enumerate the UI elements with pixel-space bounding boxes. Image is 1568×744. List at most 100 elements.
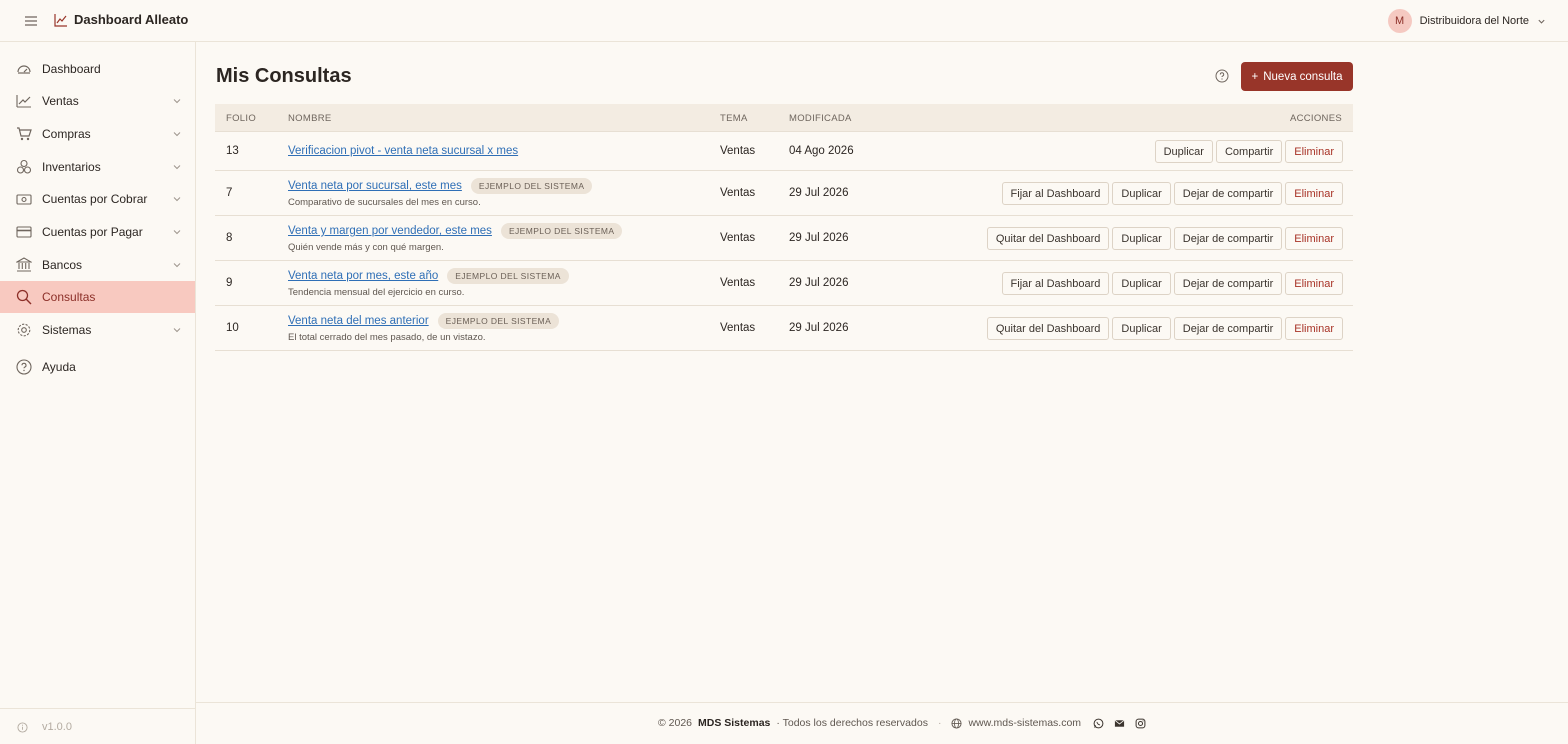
query-link[interactable]: Venta neta por sucursal, este mes [288,180,462,192]
chevron-down-icon [173,230,181,235]
sidebar-item-bancos[interactable]: Bancos [0,249,195,281]
gauge-icon [17,65,31,74]
cell-folio: 8 [226,232,233,244]
query-link[interactable]: Venta y margen por vendedor, este mes [288,225,492,237]
globe-icon [951,717,962,729]
query-description: El total cerrado del mes pasado, de un v… [288,332,486,343]
cell-modificada: 29 Jul 2026 [789,322,849,334]
cell-folio: 13 [226,145,239,157]
new-query-label: Nueva consulta [1263,70,1343,83]
brand[interactable]: Dashboard Alleato [54,12,188,27]
help-icon[interactable] [1215,69,1229,83]
cell-folio: 9 [226,277,233,289]
duplicate-button[interactable]: Duplicar [1112,272,1171,295]
cell-tema: Ventas [720,232,756,244]
row-actions: Fijar al Dashboard Duplicar Dejar de com… [1001,182,1343,205]
name-cell: Venta neta por sucursal, este mes EJEMPL… [288,178,593,194]
sidebar-item-label: Dashboard [42,62,101,76]
gear-icon [17,323,31,337]
help-circle-icon [16,359,32,375]
sidebar-item-label: Consultas [42,290,96,304]
mail-icon[interactable] [1114,718,1125,729]
header-tema: TEMA [720,113,748,124]
account-name: Distribuidora del Norte [1419,15,1529,27]
cart-icon [17,127,32,141]
row-actions: Fijar al Dashboard Duplicar Dejar de com… [1001,272,1343,295]
sidebar-item-sistemas[interactable]: Sistemas [0,314,195,346]
delete-button[interactable]: Eliminar [1285,272,1343,295]
sidebar-item-ayuda[interactable]: Ayuda [0,351,195,383]
table-row: 10 Venta neta del mes anterior EJEMPLO D… [215,306,1353,351]
name-cell: Venta neta del mes anterior EJEMPLO DEL … [288,313,560,329]
header-acciones: ACCIONES [1289,113,1342,124]
query-description: Comparativo de sucursales del mes en cur… [288,197,481,208]
info-icon [17,722,28,733]
sidebar-item-cuentas-por-pagar[interactable]: Cuentas por Pagar [0,216,195,248]
table-row: 13 Verificacion pivot - venta neta sucur… [215,132,1353,171]
duplicate-button[interactable]: Duplicar [1112,317,1171,340]
query-link[interactable]: Venta neta del mes anterior [288,315,429,327]
unshare-button[interactable]: Dejar de compartir [1173,182,1283,205]
footer-copyright: © 2026 [658,717,693,729]
cell-folio: 7 [226,187,233,199]
delete-button[interactable]: Eliminar [1285,182,1343,205]
unpin-dashboard-button[interactable]: Quitar del Dashboard [986,317,1110,340]
credit-card-icon [16,226,32,238]
version-info: v1.0.0 [0,708,195,744]
trending-up-icon [16,95,31,108]
delete-button[interactable]: Eliminar [1285,317,1343,340]
duplicate-button[interactable]: Duplicar [1112,182,1171,205]
cell-modificada: 29 Jul 2026 [789,277,849,289]
query-link[interactable]: Venta neta por mes, este año [288,270,438,282]
sidebar-item-label: Inventarios [42,160,101,174]
cell-folio: 10 [226,322,239,334]
instagram-icon[interactable] [1135,718,1146,729]
sidebar-item-cuentas-por-cobrar[interactable]: Cuentas por Cobrar [0,183,195,215]
app-title: Dashboard Alleato [74,12,189,27]
pin-dashboard-button[interactable]: Fijar al Dashboard [1001,272,1110,295]
cell-modificada: 29 Jul 2026 [789,232,849,244]
footer-content: © 2026 MDS Sistemas · Todos los derechos… [658,717,1146,729]
whatsapp-icon[interactable] [1093,718,1104,729]
pin-dashboard-button[interactable]: Fijar al Dashboard [1001,182,1110,205]
cell-tema: Ventas [720,187,756,199]
name-cell: Venta neta por mes, este año EJEMPLO DEL… [288,268,569,284]
website-link[interactable]: www.mds-sistemas.com [968,717,1081,729]
duplicate-button[interactable]: Duplicar [1154,140,1213,163]
table-row: 7 Venta neta por sucursal, este mes EJEM… [215,171,1353,216]
top-bar: Dashboard Alleato M Distribuidora del No… [0,0,1568,42]
query-link[interactable]: Verificacion pivot - venta neta sucursal… [288,145,518,157]
unshare-button[interactable]: Dejar de compartir [1173,317,1283,340]
cell-tema: Ventas [720,322,756,334]
delete-button[interactable]: Eliminar [1285,227,1343,250]
delete-button[interactable]: Eliminar [1285,140,1343,163]
sidebar-item-label: Ventas [42,94,79,108]
sidebar-item-inventarios[interactable]: Inventarios [0,151,195,183]
unpin-dashboard-button[interactable]: Quitar del Dashboard [986,227,1110,250]
row-actions: Quitar del Dashboard Duplicar Dejar de c… [986,227,1343,250]
query-description: Tendencia mensual del ejercicio en curso… [288,287,465,298]
name-cell: Verificacion pivot - venta neta sucursal… [288,145,518,157]
main-content: Mis Consultas + Nueva consulta FOLIO NOM… [196,42,1568,744]
system-example-badge: EJEMPLO DEL SISTEMA [500,223,623,239]
system-example-badge: EJEMPLO DEL SISTEMA [447,268,569,284]
unshare-button[interactable]: Dejar de compartir [1173,272,1283,295]
sidebar-item-compras[interactable]: Compras [0,118,195,150]
sidebar-item-label: Cuentas por Cobrar [42,192,148,206]
footer-separator: · [937,717,942,729]
new-query-button[interactable]: + Nueva consulta [1241,62,1353,91]
menu-icon[interactable] [24,14,38,28]
cell-modificada: 04 Ago 2026 [789,145,854,157]
unshare-button[interactable]: Dejar de compartir [1173,227,1283,250]
share-button[interactable]: Compartir [1215,140,1283,163]
header-modificada: MODIFICADA [789,113,852,124]
account-menu[interactable]: M Distribuidora del Norte [1387,9,1546,33]
avatar: M [1387,9,1412,33]
duplicate-button[interactable]: Duplicar [1112,227,1171,250]
sidebar-item-consultas[interactable]: Consultas [0,281,195,313]
table-header: FOLIO NOMBRE TEMA MODIFICADA ACCIONES [215,104,1353,132]
sidebar-item-dashboard[interactable]: Dashboard [0,53,195,85]
table-row: 8 Venta y margen por vendedor, este mes … [215,216,1353,261]
sidebar-item-ventas[interactable]: Ventas [0,85,195,117]
sidebar-item-label: Compras [42,127,91,141]
